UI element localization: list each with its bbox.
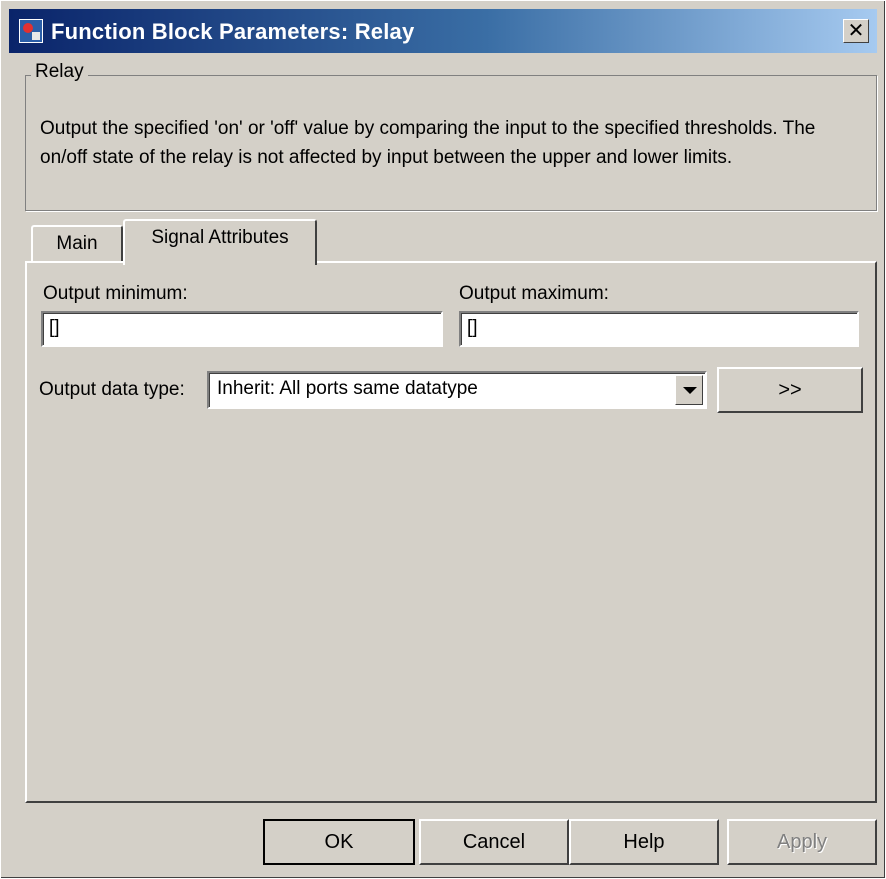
description-text: Output the specified 'on' or 'off' value… [40,118,816,168]
chevron-down-icon[interactable] [675,375,703,405]
tab-signal-attributes[interactable]: Signal Attributes [123,219,317,265]
title-bar[interactable]: Function Block Parameters: Relay ✕ [9,9,877,53]
help-button[interactable]: Help [569,819,719,865]
dialog-window: Function Block Parameters: Relay ✕ Outpu… [0,0,886,879]
tab-main[interactable]: Main [31,225,123,263]
simulink-block-icon [19,19,43,43]
ok-button[interactable]: OK [263,819,415,865]
apply-button[interactable]: Apply [727,819,877,865]
description-group-label: Relay [31,61,88,83]
data-type-assistant-button[interactable]: >> [717,367,863,413]
output-maximum-label: Output maximum: [459,283,609,304]
description-group: Output the specified 'on' or 'off' value… [25,75,877,211]
output-data-type-select[interactable]: Inherit: All ports same datatype [207,371,707,409]
close-button[interactable]: ✕ [843,19,869,43]
output-data-type-value: Inherit: All ports same datatype [217,378,478,399]
output-maximum-input[interactable]: [] [459,311,859,347]
cancel-button[interactable]: Cancel [419,819,569,865]
output-minimum-input[interactable]: [] [41,311,443,347]
output-minimum-label: Output minimum: [43,283,188,304]
output-data-type-label: Output data type: [39,379,185,400]
window-title: Function Block Parameters: Relay [51,19,415,44]
